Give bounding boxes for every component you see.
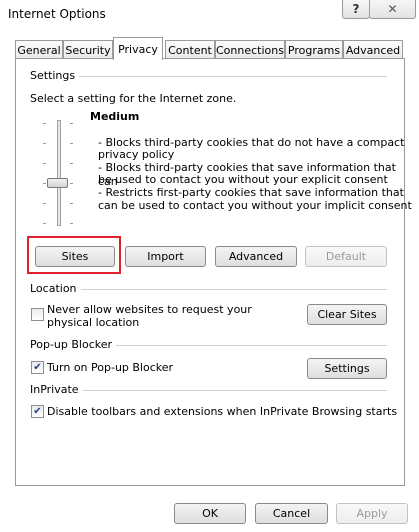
settings-divider: [30, 76, 387, 77]
close-icon: ✕: [387, 2, 398, 16]
popup-checkbox-label: Turn on Pop-up Blocker: [47, 361, 174, 374]
ok-button[interactable]: OK: [174, 503, 246, 524]
inprivate-checkbox[interactable]: ✔: [31, 405, 44, 418]
help-button[interactable]: ?: [342, 0, 370, 19]
location-checkbox-label: physical location: [47, 316, 140, 329]
apply-button[interactable]: Apply: [336, 503, 408, 524]
checkmark-icon: ✔: [33, 361, 42, 373]
privacy-slider-track[interactable]: [57, 120, 61, 226]
settings-group-label: Settings: [30, 69, 80, 82]
sites-button[interactable]: Sites: [35, 246, 115, 267]
close-button[interactable]: ✕: [369, 0, 416, 19]
zone-prompt: Select a setting for the Internet zone.: [30, 92, 237, 105]
tab-privacy[interactable]: Privacy: [113, 37, 163, 60]
location-checkbox[interactable]: [31, 308, 44, 321]
import-button[interactable]: Import: [125, 246, 206, 267]
level-description-line: privacy policy: [98, 148, 175, 161]
location-divider: [30, 289, 387, 290]
popup-settings-button[interactable]: Settings: [307, 358, 387, 379]
level-description-line: - Restricts first-party cookies that sav…: [98, 186, 404, 199]
tab-advanced[interactable]: Advanced: [343, 40, 403, 59]
tab-security[interactable]: Security: [63, 40, 113, 59]
tab-programs[interactable]: Programs: [285, 40, 343, 59]
tab-general[interactable]: General: [15, 40, 63, 59]
location-checkbox-label: Never allow websites to request your: [47, 303, 252, 316]
advanced-button[interactable]: Advanced: [215, 246, 297, 267]
title-bar: Internet Options ? ✕: [0, 0, 419, 30]
checkmark-icon: ✔: [33, 405, 42, 417]
default-button[interactable]: Default: [305, 246, 387, 267]
cancel-button[interactable]: Cancel: [255, 503, 328, 524]
tab-strip: General Security Privacy Content Connect…: [15, 37, 405, 60]
help-icon: ?: [352, 2, 360, 16]
inprivate-divider: [30, 390, 387, 391]
popup-group-label: Pop-up Blocker: [30, 338, 117, 351]
tab-content[interactable]: Content: [165, 40, 215, 59]
tab-connections[interactable]: Connections: [215, 40, 285, 59]
window-title: Internet Options: [8, 7, 106, 21]
privacy-slider-thumb[interactable]: [47, 178, 68, 188]
location-group-label: Location: [30, 282, 81, 295]
level-description-line: can be used to contact you without your …: [98, 199, 412, 212]
inprivate-checkbox-label: Disable toolbars and extensions when InP…: [47, 405, 398, 418]
clear-sites-button[interactable]: Clear Sites: [307, 304, 387, 325]
privacy-level-name: Medium: [90, 110, 140, 123]
inprivate-group-label: InPrivate: [30, 383, 83, 396]
popup-checkbox[interactable]: ✔: [31, 361, 44, 374]
level-description-line: be used to contact you without your expl…: [98, 173, 388, 186]
